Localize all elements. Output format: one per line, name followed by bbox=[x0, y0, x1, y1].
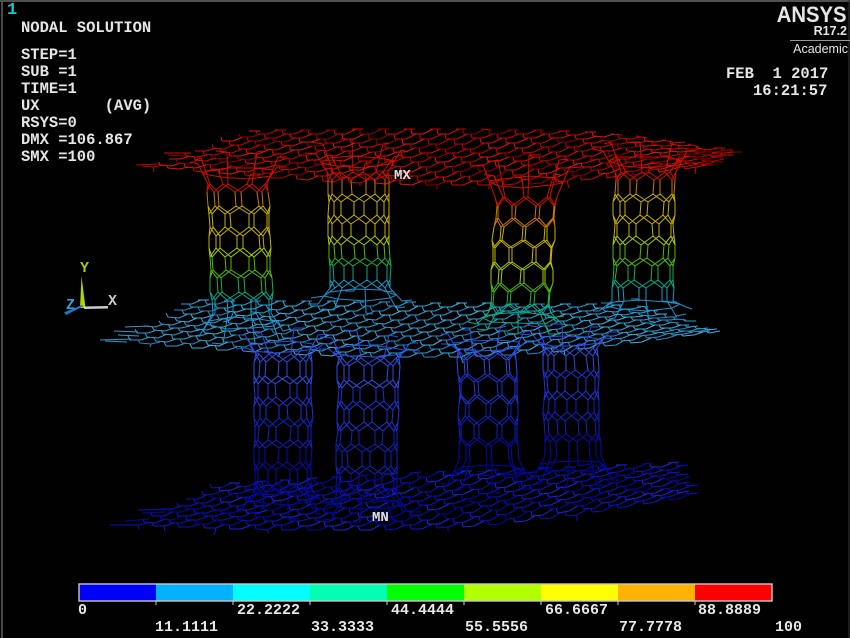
svg-text:22.2222: 22.2222 bbox=[237, 602, 300, 619]
svg-text:55.5556: 55.5556 bbox=[465, 619, 528, 636]
svg-text:66.6667: 66.6667 bbox=[545, 602, 608, 619]
svg-text:Z: Z bbox=[66, 297, 75, 314]
svg-text:33.3333: 33.3333 bbox=[311, 619, 374, 636]
svg-text:Y: Y bbox=[80, 260, 89, 277]
svg-text:X: X bbox=[108, 293, 117, 310]
svg-text:77.7778: 77.7778 bbox=[619, 619, 682, 636]
svg-text:MN: MN bbox=[372, 510, 389, 526]
svg-text:88.8889: 88.8889 bbox=[698, 602, 761, 619]
svg-text:MX: MX bbox=[394, 168, 411, 184]
svg-text:11.1111: 11.1111 bbox=[155, 619, 218, 636]
svg-text:0: 0 bbox=[78, 602, 87, 619]
svg-text:100: 100 bbox=[775, 619, 802, 636]
svg-text:44.4444: 44.4444 bbox=[391, 602, 454, 619]
